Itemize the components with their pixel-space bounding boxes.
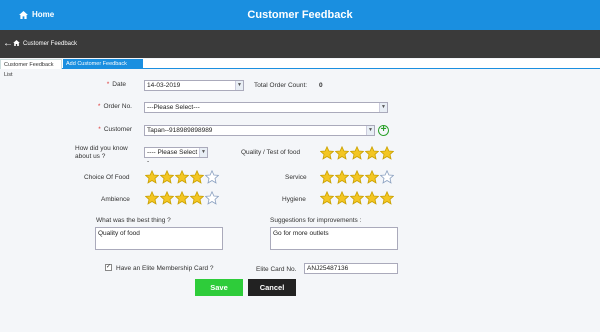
choice-rating[interactable] [145,170,219,184]
suggestions-textarea[interactable]: Go for more outlets [270,227,398,250]
star-filled-icon[interactable] [160,191,174,205]
date-label: Date [112,81,126,88]
star-filled-icon[interactable] [350,146,364,160]
required-marker: * [97,103,101,110]
customer-select[interactable]: Tapan--918989898989 ▼ [144,125,375,136]
how-know-label: How did you know about us ? [75,145,128,160]
star-filled-icon[interactable] [320,170,334,184]
choice-label: Choice Of Food [84,174,130,181]
page-title: Customer Feedback [247,9,353,21]
tab-customer-feedback-list[interactable]: Customer Feedback List [0,59,62,78]
quality-label: Quality / Test of food [241,149,301,156]
star-filled-icon[interactable] [190,191,204,205]
cancel-button[interactable]: Cancel [248,279,296,296]
star-filled-icon[interactable] [320,191,334,205]
total-order-count-label: Total Order Count: [254,82,308,89]
star-filled-icon[interactable] [160,170,174,184]
service-label: Service [285,174,307,181]
save-button[interactable]: Save [195,279,243,296]
best-thing-textarea[interactable]: Quality of food [95,227,223,250]
how-know-select[interactable]: ---- Please Select ---- ▼ [144,147,208,165]
add-customer-icon[interactable]: + [378,125,389,136]
star-filled-icon[interactable] [190,170,204,184]
hygiene-rating[interactable] [320,191,394,205]
star-filled-icon[interactable] [175,170,189,184]
star-filled-icon[interactable] [350,191,364,205]
hygiene-label: Hygiene [282,196,306,203]
star-empty-icon[interactable] [205,170,219,184]
service-rating[interactable] [320,170,394,184]
star-filled-icon[interactable] [380,191,394,205]
date-value: 14-03-2019 [147,82,181,89]
suggestions-label: Suggestions for improvements : [270,217,362,224]
back-arrow-icon[interactable]: ← [3,38,13,49]
elite-card-input[interactable]: ANJ25487136 [304,263,398,274]
chevron-down-icon[interactable]: ▼ [199,148,207,157]
elite-label: Have an Elite Membership Card ? [116,265,214,272]
elite-checkbox[interactable]: ✓ [105,264,112,271]
chevron-down-icon[interactable]: ▼ [366,126,374,135]
order-no-label: Order No. [103,103,132,110]
order-no-label-wrap: * Order No. [80,103,132,110]
breadcrumb: Customer Feedback [23,41,78,47]
star-empty-icon[interactable] [205,191,219,205]
star-filled-icon[interactable] [175,191,189,205]
order-no-value: ---Please Select--- [147,104,200,111]
star-filled-icon[interactable] [145,170,159,184]
calendar-dropdown-icon[interactable]: ▼ [235,81,243,90]
star-filled-icon[interactable] [335,146,349,160]
star-filled-icon[interactable] [335,191,349,205]
required-marker: * [98,126,101,133]
ambience-rating[interactable] [145,191,219,205]
tab-bar: Customer Feedback List Add Customer Feed… [0,59,600,78]
star-filled-icon[interactable] [320,146,334,160]
date-field[interactable]: 14-03-2019 ▼ [144,80,244,91]
customer-value: Tapan--918989898989 [147,127,213,134]
star-empty-icon[interactable] [380,170,394,184]
required-marker: * [106,81,110,88]
date-label-wrap: * Date [90,81,126,88]
star-filled-icon[interactable] [145,191,159,205]
star-filled-icon[interactable] [365,146,379,160]
ambience-label: Ambience [101,196,130,203]
star-filled-icon[interactable] [350,170,364,184]
customer-label-wrap: * Customer [80,126,132,133]
home-icon[interactable] [13,40,20,46]
star-filled-icon[interactable] [380,146,394,160]
star-filled-icon[interactable] [365,191,379,205]
elite-card-label: Elite Card No. [256,266,297,273]
check-icon: ✓ [106,264,112,270]
top-header: Home Customer Feedback [0,0,600,30]
how-know-value: ---- Please Select ---- [147,149,206,165]
best-thing-label: What was the best thing ? [96,217,171,224]
order-no-select[interactable]: ---Please Select--- ▼ [144,102,388,113]
customer-label: Customer [103,126,132,133]
breadcrumb-bar: ← Customer Feedback [0,30,600,58]
quality-rating[interactable] [320,146,394,160]
app-root: Home Customer Feedback ← Customer Feedba… [0,0,600,332]
tab-add-customer-feedback[interactable]: Add Customer Feedback [63,59,143,69]
total-order-count-value: 0 [319,82,323,89]
star-filled-icon[interactable] [365,170,379,184]
chevron-down-icon[interactable]: ▼ [379,103,387,112]
star-filled-icon[interactable] [335,170,349,184]
